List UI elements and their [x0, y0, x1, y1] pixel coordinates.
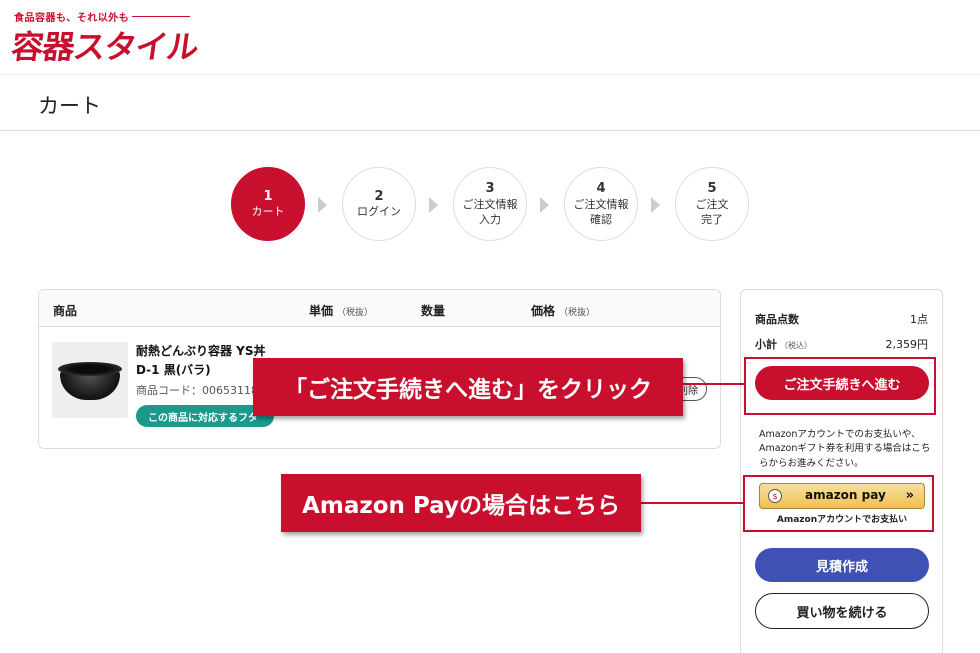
step-label-line2: 入力	[479, 212, 501, 226]
step-login: 2 ログイン	[342, 167, 416, 241]
product-code: 商品コード：00653118	[136, 384, 258, 397]
step-label-line2: 確認	[590, 212, 612, 226]
step-order-complete: 5 ご注文 完了	[675, 167, 749, 241]
product-image[interactable]	[52, 342, 128, 418]
cart-table-header: 商品 単価 （税抜） 数量 価格 （税抜）	[39, 290, 720, 327]
step-arrow-icon	[540, 197, 549, 213]
column-product: 商品	[53, 304, 78, 318]
amazon-pay-note: Amazonアカウントでのお支払いや、Amazonギフト券を利用する場合はこちら…	[759, 429, 931, 469]
checkout-callout: 「ご注文手続きへ進む」をクリック	[253, 358, 683, 416]
step-arrow-icon	[429, 197, 438, 213]
subtotal-value: 2,359円	[885, 338, 929, 351]
checkout-connector-line	[682, 383, 744, 385]
step-label-line1: ご注文情報	[462, 197, 518, 211]
tagline-divider	[132, 16, 190, 17]
step-label-line1: ご注文情報	[573, 197, 629, 211]
amazon-connector-line	[640, 502, 743, 504]
step-label: ログイン	[357, 205, 401, 219]
step-order-confirm: 4 ご注文情報 確認	[564, 167, 638, 241]
step-arrow-icon	[651, 197, 660, 213]
column-unit-price: 単価 （税抜）	[309, 304, 374, 318]
step-number: 1	[263, 188, 273, 204]
step-cart: 1 カート	[231, 167, 305, 241]
order-summary: 商品点数 1点 小計 （税込） 2,359円 ご注文手続きへ進む Amazonアカ…	[740, 289, 943, 653]
step-label-line2: 完了	[701, 212, 723, 226]
column-quantity: 数量	[421, 304, 446, 318]
estimate-button[interactable]: 見積作成	[755, 548, 929, 582]
title-bar: カート	[0, 76, 980, 131]
amazon-pay-highlight-box	[743, 475, 934, 532]
step-arrow-icon	[318, 197, 327, 213]
amazon-pay-callout: Amazon Payの場合はこちら	[281, 474, 641, 532]
site-header: 食品容器も、それ以外も 容器スタイル	[0, 0, 980, 75]
continue-shopping-button[interactable]: 買い物を続ける	[755, 593, 929, 629]
item-count-value: 1点	[910, 313, 928, 326]
step-number: 4	[596, 181, 606, 197]
page-title: カート	[38, 94, 101, 118]
site-logo[interactable]: 容器スタイル	[9, 22, 201, 68]
subtotal-label: 小計 （税込）	[755, 338, 812, 351]
bowl-rim	[58, 362, 122, 376]
step-label: カート	[251, 205, 285, 219]
step-number: 3	[485, 181, 495, 197]
step-order-info: 3 ご注文情報 入力	[453, 167, 527, 241]
item-count-label: 商品点数	[755, 313, 799, 326]
step-label-line1: ご注文	[695, 197, 729, 211]
checkout-highlight-box	[744, 357, 936, 415]
step-number: 5	[707, 181, 717, 197]
step-number: 2	[374, 188, 384, 204]
column-price: 価格 （税抜）	[531, 304, 596, 318]
